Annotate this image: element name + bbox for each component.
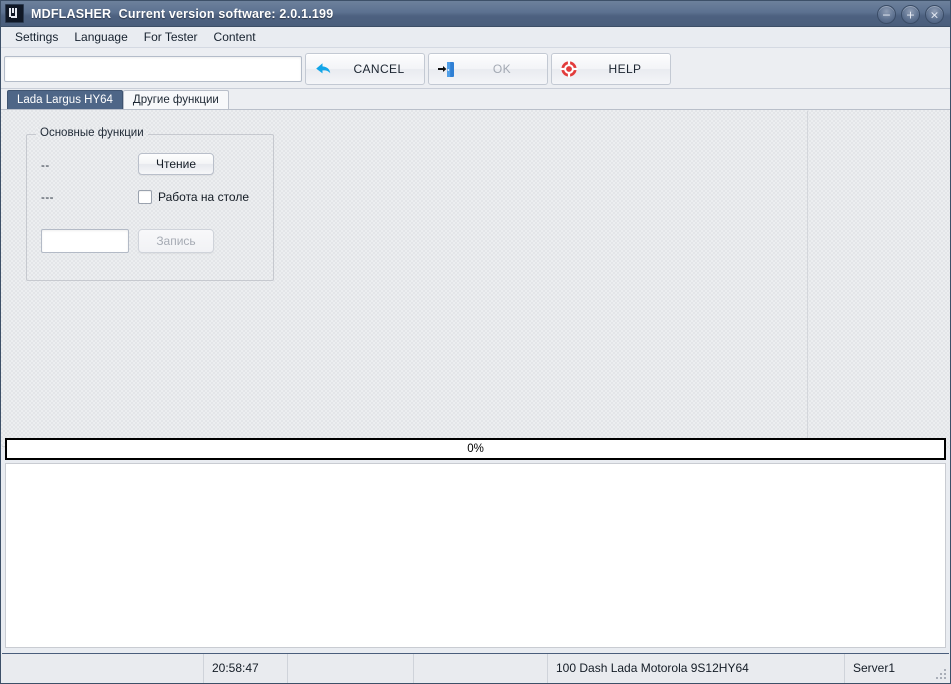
content-area: Основные функции -- Чтение --- Работа на… <box>1 109 950 449</box>
status-cell-3 <box>288 653 414 683</box>
write-button[interactable]: Запись <box>138 229 214 253</box>
menu-item-content[interactable]: Content <box>206 28 264 46</box>
desktop-work-checkbox[interactable] <box>138 190 152 204</box>
status-cell-1 <box>2 653 204 683</box>
tab-other-functions-label: Другие функции <box>132 94 219 106</box>
app-icon <box>5 4 24 23</box>
menu-item-settings[interactable]: Settings <box>7 28 66 46</box>
resize-grip-icon[interactable] <box>936 669 946 679</box>
status-cell-server: Server1 <box>853 661 896 675</box>
lifebuoy-icon <box>558 58 580 80</box>
close-button[interactable]: × <box>925 5 944 24</box>
tab-strip: Lada Largus HY64 Другие функции <box>1 89 950 109</box>
desktop-work-checkbox-row[interactable]: Работа на столе <box>138 190 249 204</box>
close-icon: × <box>929 8 940 21</box>
log-output-area[interactable] <box>5 463 946 648</box>
toolbar: CANCEL OK HELP <box>1 48 950 89</box>
application-window: MDFLASHER Current version software: 2.0.… <box>0 0 951 684</box>
status-bar: 20:58:47 100 Dash Lada Motorola 9S12HY64… <box>2 653 949 683</box>
main-functions-groupbox: Основные функции -- Чтение --- Работа на… <box>26 127 274 281</box>
tab-lada-largus-hy64-label: Lada Largus HY64 <box>17 94 113 106</box>
address-input[interactable] <box>4 56 302 82</box>
tab-other-functions[interactable]: Другие функции <box>122 90 229 109</box>
ok-button-label: OK <box>492 62 512 76</box>
help-button-label: HELP <box>608 62 642 76</box>
ok-button[interactable]: OK <box>428 53 548 85</box>
menu-item-language[interactable]: Language <box>66 28 135 46</box>
minimize-icon: − <box>881 8 892 21</box>
maximize-button[interactable]: + <box>901 5 920 24</box>
row2-label: --- <box>41 192 54 204</box>
status-cell-4 <box>414 653 548 683</box>
cancel-button-label: CANCEL <box>353 62 405 76</box>
write-value-input[interactable] <box>41 229 129 253</box>
main-functions-groupbox-title: Основные функции <box>36 127 148 139</box>
minimize-button[interactable]: − <box>877 5 896 24</box>
help-button[interactable]: HELP <box>551 53 671 85</box>
window-title: MDFLASHER Current version software: 2.0.… <box>31 7 333 21</box>
back-arrow-icon <box>312 58 334 80</box>
status-cell-time: 20:58:47 <box>204 653 288 683</box>
read-button[interactable]: Чтение <box>138 153 214 175</box>
read-button-label: Чтение <box>155 157 197 171</box>
title-bar: MDFLASHER Current version software: 2.0.… <box>1 1 950 27</box>
menu-item-for-tester[interactable]: For Tester <box>136 28 206 46</box>
desktop-work-checkbox-label: Работа на столе <box>158 190 250 204</box>
window-title-app: MDFLASHER <box>31 6 112 21</box>
row1-label: -- <box>41 160 50 172</box>
window-title-version: Current version software: 2.0.1.199 <box>118 6 334 21</box>
progress-bar-label: 0% <box>467 443 484 455</box>
progress-bar: 0% <box>5 438 946 460</box>
maximize-icon: + <box>905 8 916 21</box>
exit-door-icon <box>435 58 457 80</box>
cancel-button[interactable]: CANCEL <box>305 53 425 85</box>
status-cell-device: 100 Dash Lada Motorola 9S12HY64 <box>548 653 845 683</box>
write-button-label: Запись <box>156 234 196 248</box>
window-controls: − + × <box>877 5 944 24</box>
menu-bar: Settings Language For Tester Content <box>1 27 950 48</box>
tab-lada-largus-hy64[interactable]: Lada Largus HY64 <box>7 90 123 109</box>
